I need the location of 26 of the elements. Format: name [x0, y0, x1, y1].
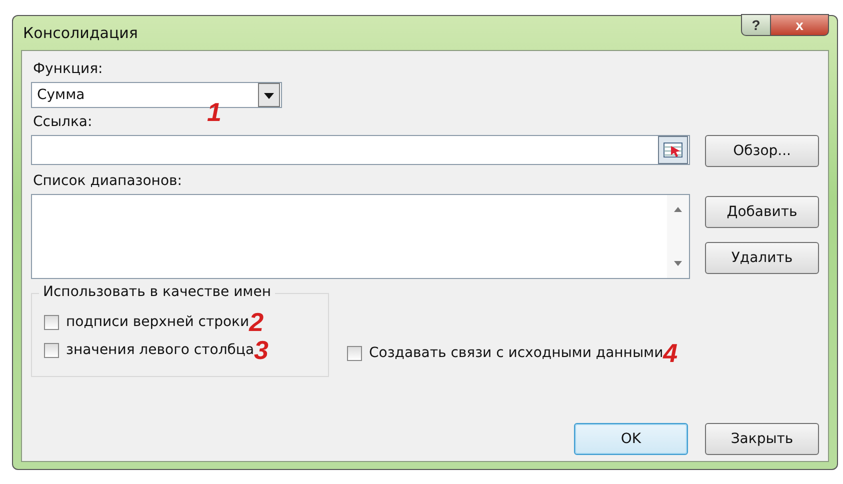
field-label: Ссылка:: [33, 114, 94, 131]
scrollbar[interactable]: [667, 195, 689, 278]
checkbox-label[interactable]: подписи верхней строки: [66, 314, 250, 330]
scroll-down-icon[interactable]: [673, 260, 683, 268]
range-select-icon[interactable]: [658, 136, 688, 164]
callout-number: 2: [249, 309, 264, 335]
checkbox-label[interactable]: Создавать связи с исходными данными: [369, 345, 664, 361]
callout-number: 3: [254, 337, 269, 363]
checkbox[interactable]: [44, 342, 59, 358]
dialog-button[interactable]: Закрыть: [705, 423, 819, 455]
dialog-button[interactable]: OK: [574, 423, 688, 455]
scroll-up-icon[interactable]: [673, 205, 683, 213]
window-title: Консолидация: [22, 24, 138, 42]
callout-number: 4: [663, 340, 678, 366]
close-button[interactable]: x: [771, 14, 829, 36]
checkbox[interactable]: [347, 346, 362, 360]
checkbox-label[interactable]: значения левого столбца: [66, 342, 254, 358]
checkbox[interactable]: [44, 314, 59, 330]
add-button[interactable]: Добавить: [705, 196, 819, 228]
field-label: Функция:: [33, 61, 104, 78]
field-label: Список диапазонов:: [33, 173, 183, 190]
browse-button[interactable]: Обзор...: [705, 135, 819, 167]
delete-button[interactable]: Удалить: [705, 242, 819, 274]
ranges-list[interactable]: [31, 194, 690, 279]
help-button[interactable]: ?: [741, 14, 771, 36]
reference-input-field[interactable]: [31, 135, 690, 165]
